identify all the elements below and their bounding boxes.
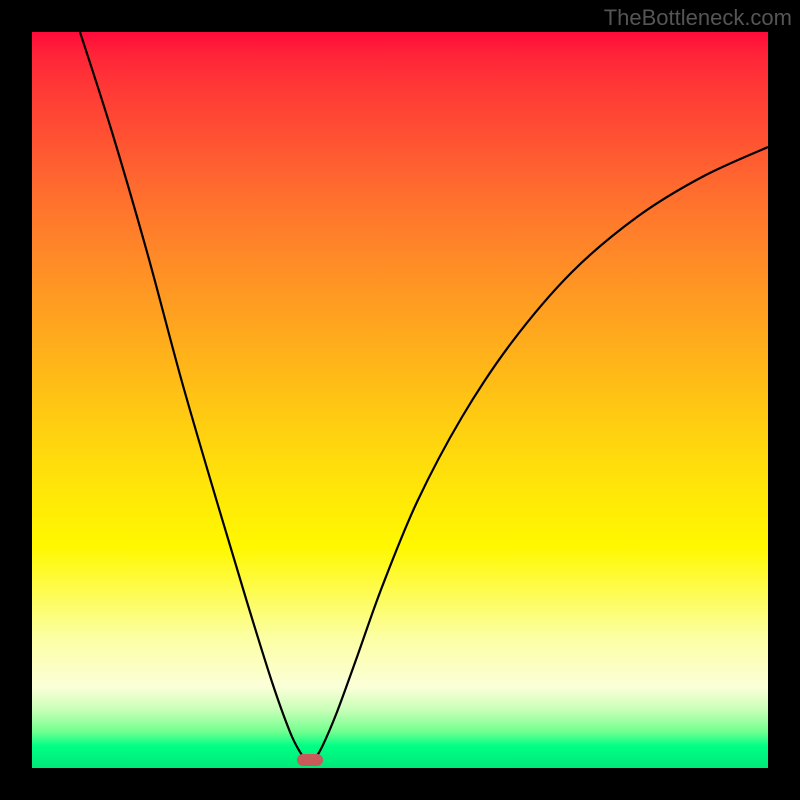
curve-left [80, 32, 306, 760]
curve-svg [32, 32, 768, 768]
watermark-text: TheBottleneck.com [604, 5, 792, 31]
curve-right [314, 147, 768, 760]
plot-area [32, 32, 768, 768]
minimum-marker [297, 754, 323, 766]
chart-frame: TheBottleneck.com [0, 0, 800, 800]
